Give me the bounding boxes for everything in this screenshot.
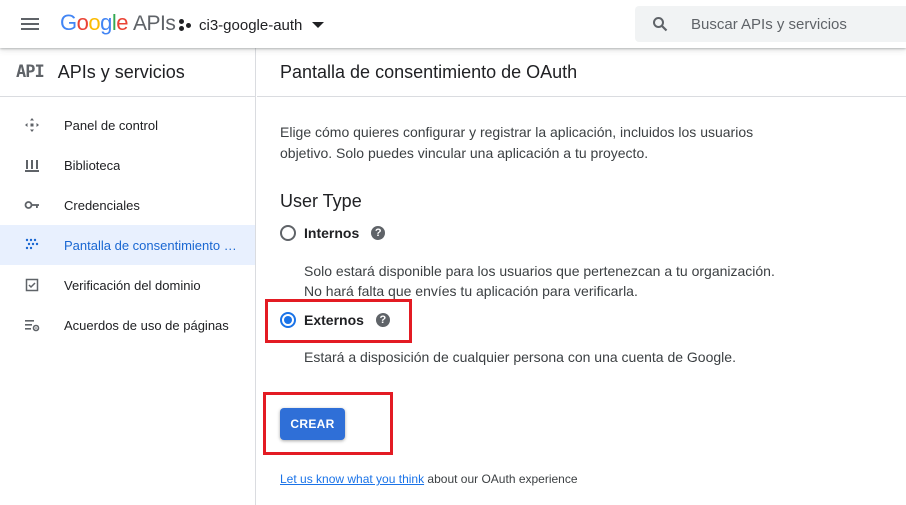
hamburger-menu-icon[interactable] [18, 12, 42, 36]
sidebar-item-consent-screen[interactable]: Pantalla de consentimiento … [0, 225, 255, 265]
search-box[interactable] [635, 6, 906, 42]
dashboard-icon [22, 115, 42, 135]
help-icon[interactable]: ? [371, 226, 386, 240]
sidebar-item-label: Credenciales [64, 197, 140, 213]
sidebar-nav: Panel de control Biblioteca Credenciales… [0, 97, 255, 345]
create-button[interactable]: CREAR [280, 408, 345, 440]
sidebar-title: APIs y servicios [57, 61, 185, 82]
internal-description: Solo estará disponible para los usuarios… [304, 263, 775, 299]
sidebar-item-credentials[interactable]: Credenciales [0, 185, 255, 225]
radio-internal-label: Internos [304, 225, 360, 241]
search-icon [653, 17, 668, 32]
help-icon[interactable]: ? [375, 313, 390, 327]
key-icon [22, 195, 42, 215]
external-description: Estará a disposición de cualquier person… [304, 349, 736, 365]
radio-external-circle[interactable] [280, 312, 296, 328]
feedback-suffix: about our OAuth experience [424, 472, 578, 486]
user-type-heading: User Type [280, 191, 362, 211]
radio-internal-circle[interactable] [280, 225, 296, 241]
top-bar: Google APIs ci3-google-auth [0, 0, 906, 48]
project-icon [178, 18, 192, 32]
feedback-text: Let us know what you think about our OAu… [280, 472, 578, 486]
page-settings-icon [22, 315, 42, 335]
sidebar-item-library[interactable]: Biblioteca [0, 145, 255, 185]
page-header: Pantalla de consentimiento de OAuth [257, 48, 906, 97]
page-title: Pantalla de consentimiento de OAuth [280, 61, 578, 82]
radio-external[interactable]: Externos ? [280, 312, 390, 328]
radio-external-label: Externos [304, 312, 364, 328]
sidebar-item-label: Pantalla de consentimiento … [64, 237, 237, 253]
sidebar-item-label: Biblioteca [64, 157, 121, 173]
logo-suffix: APIs [133, 12, 176, 35]
search-input[interactable] [691, 12, 901, 36]
sidebar-item-label: Verificación del dominio [64, 277, 201, 293]
intro-text: Elige cómo quieres configurar y registra… [280, 124, 754, 161]
api-badge: API [16, 62, 45, 82]
google-apis-logo[interactable]: Google APIs [60, 10, 176, 36]
sidebar-header: API APIs y servicios [0, 48, 255, 97]
library-icon [22, 155, 42, 175]
sidebar-item-domain-verification[interactable]: Verificación del dominio [0, 265, 255, 305]
project-name: ci3-google-auth [199, 16, 303, 34]
feedback-link[interactable]: Let us know what you think [280, 472, 424, 486]
main-content: Pantalla de consentimiento de OAuth Elig… [257, 48, 906, 505]
sidebar-item-label: Panel de control [64, 117, 158, 133]
sidebar-item-label: Acuerdos de uso de páginas [64, 317, 229, 333]
consent-screen-icon [22, 235, 42, 255]
project-selector[interactable]: ci3-google-auth [178, 14, 325, 36]
radio-internal[interactable]: Internos ? [280, 225, 386, 241]
domain-check-icon [22, 275, 42, 295]
dropdown-arrow-icon [312, 22, 325, 28]
sidebar: API APIs y servicios Panel de control Bi… [0, 48, 256, 505]
sidebar-item-page-usage-agreements[interactable]: Acuerdos de uso de páginas [0, 305, 255, 345]
sidebar-item-dashboard[interactable]: Panel de control [0, 105, 255, 145]
